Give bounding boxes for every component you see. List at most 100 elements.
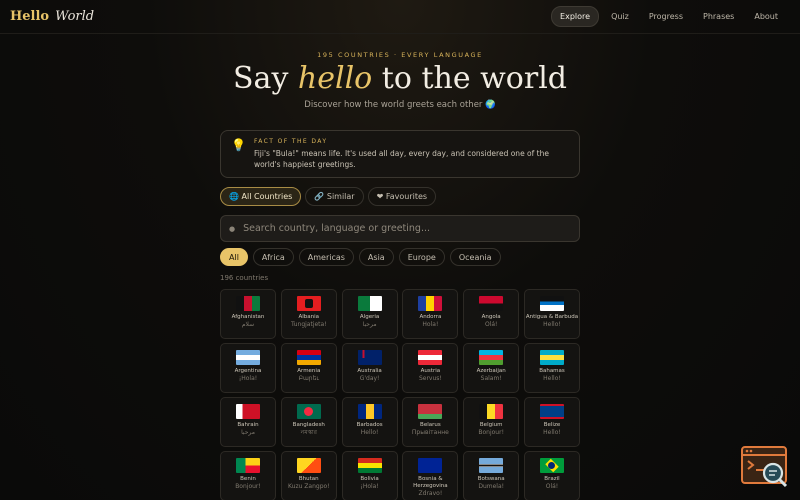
country-card[interactable]: Belgium Bonjour! <box>463 397 520 447</box>
fact-text: Fiji's "Bula!" means life. It's used all… <box>253 149 549 169</box>
flag-icon <box>418 296 443 311</box>
nav-links: Explore Quiz Progress Phrases About <box>551 6 786 27</box>
country-greeting: Hello! <box>543 321 561 328</box>
country-greeting: Прывітанне <box>411 429 449 436</box>
search-icon: ● <box>229 224 236 233</box>
logo-hello: Hello <box>10 9 50 24</box>
country-greeting: Hello! <box>360 429 379 436</box>
tab-all-countries[interactable]: 🌐 All Countries <box>220 187 302 206</box>
tab-favourites[interactable]: ❤ Favourites <box>367 187 437 206</box>
country-card[interactable]: Algeria مرحبا <box>341 289 398 339</box>
nav-link-phrases[interactable]: Phrases <box>695 7 742 26</box>
country-card[interactable]: Bolivia ¡Hola! <box>341 451 398 500</box>
country-greeting: Olá! <box>484 321 498 328</box>
country-card[interactable]: Azerbaijan Salam! <box>463 343 520 393</box>
country-card[interactable]: Antigua & Barbuda Hello! <box>523 289 580 339</box>
region-filter-americas[interactable]: Americas <box>298 248 354 266</box>
search-input[interactable] <box>243 223 564 234</box>
link-icon: 🔗 <box>314 192 325 201</box>
flag-icon <box>539 350 564 365</box>
country-card[interactable]: Afghanistan سلام <box>220 289 276 339</box>
country-card[interactable]: Armenia Բարեւ <box>280 343 337 393</box>
country-greeting: Hello! <box>543 375 561 382</box>
country-grid: Afghanistan سلام Albania Tungjatjeta! Alge… <box>220 289 580 500</box>
country-greeting: Zdravo! <box>418 490 443 497</box>
terminal-search-icon[interactable] <box>740 444 790 490</box>
flag-icon <box>479 350 504 365</box>
country-card[interactable]: Botswana Dumela! <box>463 451 520 500</box>
country-greeting: Բարեւ <box>298 375 320 382</box>
flag-icon <box>236 350 260 365</box>
country-card[interactable]: Albania Tungjatjeta! <box>280 289 337 339</box>
country-card[interactable]: Bhutan Kuzu Zangpo! <box>280 451 337 500</box>
flag-icon <box>539 404 564 419</box>
country-name: Brazil <box>544 476 560 482</box>
flag-icon <box>236 296 260 311</box>
region-filter-oceania[interactable]: Oceania <box>449 248 501 266</box>
region-filter-all[interactable]: All <box>220 248 248 266</box>
flag-icon <box>539 296 564 311</box>
title-before: Say <box>233 61 298 96</box>
nav-link-about[interactable]: About <box>746 7 786 26</box>
globe-icon: 🌐 <box>229 192 239 201</box>
country-name: Azerbaijan <box>476 368 506 374</box>
country-card[interactable]: Barbados Hello! <box>341 397 398 447</box>
nav-link-quiz[interactable]: Quiz <box>603 7 637 26</box>
fact-of-the-day-card: 💡 FACT OF THE DAY Fiji's "Bula!" means l… <box>220 130 580 178</box>
region-filter-europe[interactable]: Europe <box>398 248 445 266</box>
title-accent: hello <box>297 61 373 96</box>
nav-link-explore[interactable]: Explore <box>551 6 600 27</box>
search-bar: ● <box>220 215 580 242</box>
country-card[interactable]: Austria Servus! <box>402 343 459 393</box>
tab-label: Similar <box>326 192 355 201</box>
country-name: Argentina <box>234 368 262 374</box>
country-card[interactable]: Australia G'day! <box>341 343 398 393</box>
country-name: Belarus <box>420 422 441 428</box>
country-name: Bosnia & Herzegovina <box>413 476 448 489</box>
country-card[interactable]: Bahamas Hello! <box>523 343 580 393</box>
country-name: Andorra <box>419 314 442 320</box>
country-card[interactable]: Bahrain مرحبا <box>220 397 276 447</box>
country-greeting: Olá! <box>545 483 559 490</box>
country-name: Bolivia <box>360 476 379 482</box>
country-greeting: Bonjour! <box>235 483 261 490</box>
flag-emblem <box>357 350 369 358</box>
country-greeting: নমস্কার <box>300 429 317 436</box>
country-greeting: Dumela! <box>478 483 505 490</box>
flag-icon <box>296 296 321 311</box>
country-greeting: Servus! <box>418 375 442 382</box>
flag-icon <box>357 350 382 365</box>
country-card[interactable]: Brazil Olá! <box>523 451 580 500</box>
country-name: Algeria <box>359 314 380 320</box>
region-filter-africa[interactable]: Africa <box>252 248 294 266</box>
flag-emblem <box>304 299 313 308</box>
country-card[interactable]: Argentina ¡Hola! <box>220 343 276 393</box>
country-greeting: مرحبا <box>241 429 255 436</box>
country-name: Belgium <box>479 422 503 428</box>
country-card[interactable]: Belize Hello! <box>523 397 580 447</box>
heart-icon: ❤ <box>376 192 384 201</box>
region-filter-asia[interactable]: Asia <box>358 248 394 266</box>
country-name: Armenia <box>297 368 321 374</box>
tab-similar[interactable]: 🔗 Similar <box>305 187 364 206</box>
country-greeting: مرحبا <box>362 321 377 328</box>
hero-subtitle: Discover how the world greets each other… <box>304 100 496 110</box>
country-name: Antigua & Barbuda <box>525 314 579 320</box>
country-card[interactable]: Angola Olá! <box>463 289 520 339</box>
country-name: Barbados <box>356 422 383 428</box>
fact-label: FACT OF THE DAY <box>253 138 328 145</box>
logo[interactable]: Hello World <box>10 9 94 24</box>
country-card[interactable]: Bangladesh নমস্কার <box>280 397 337 447</box>
flag-icon <box>296 350 321 365</box>
nav-link-progress[interactable]: Progress <box>641 7 691 26</box>
country-greeting: Kuzu Zangpo! <box>288 483 330 490</box>
country-card[interactable]: Belarus Прывітанне <box>402 397 459 447</box>
flag-icon <box>539 458 564 473</box>
region-filters: All Africa Americas Asia Europe Oceania <box>220 248 501 266</box>
country-card[interactable]: Andorra Hola! <box>402 289 459 339</box>
country-name: Bahrain <box>237 422 259 428</box>
country-card[interactable]: Benin Bonjour! <box>220 451 276 500</box>
country-name: Belize <box>543 422 561 428</box>
country-greeting: Bonjour! <box>478 429 504 436</box>
country-card[interactable]: Bosnia & Herzegovina Zdravo! <box>402 451 459 500</box>
